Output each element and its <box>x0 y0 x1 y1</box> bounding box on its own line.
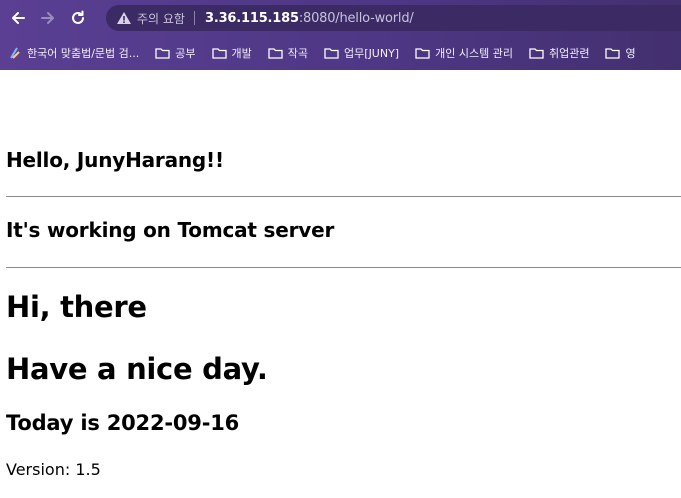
back-arrow-icon <box>12 12 25 24</box>
folder-icon <box>415 48 430 59</box>
bookmark-folder-study[interactable]: 공부 <box>155 45 196 61</box>
url-host[interactable]: 3.36.115.185 <box>205 11 299 26</box>
browser-toolbar: 주의 요함 3.36.115.185:8080/hello-world/ <box>0 0 681 36</box>
folder-icon <box>605 48 621 59</box>
reload-icon <box>72 10 84 24</box>
security-status-label[interactable]: 주의 요함 <box>137 10 185 27</box>
divider <box>6 196 681 197</box>
nice-day-heading: Have a nice day. <box>6 352 268 386</box>
bookmark-folder-jobs[interactable]: 취업관련 <box>529 45 589 61</box>
bookmark-label: 개인 시스템 관리 <box>435 47 513 60</box>
bookmarks-bar: 한국어 맞춤법/문법 검... 공부 개발 작곡 업무[JUNY] 개인 시스템… <box>0 36 681 70</box>
forward-button[interactable] <box>36 6 60 30</box>
browser-chrome: 주의 요함 3.36.115.185:8080/hello-world/ 한국어… <box>0 0 681 70</box>
bookmark-label: 업무[JUNY] <box>344 47 400 60</box>
bookmark-folder-compose[interactable]: 작곡 <box>268 45 308 61</box>
bookmark-label: 취업관련 <box>548 47 590 60</box>
bookmark-label: 작곡 <box>287 47 309 60</box>
bookmark-spellcheck[interactable]: 한국어 맞춤법/문법 검... <box>8 45 139 61</box>
spellcheck-icon <box>10 47 20 59</box>
divider <box>6 267 681 268</box>
folder-icon <box>529 48 544 59</box>
forward-arrow-icon <box>41 12 54 24</box>
back-button[interactable] <box>6 6 30 30</box>
bookmark-label: 한국어 맞춤법/문법 검... <box>27 47 140 60</box>
address-bar[interactable]: 주의 요함 3.36.115.185:8080/hello-world/ <box>106 5 681 31</box>
bookmark-label: 공부 <box>175 47 196 60</box>
greeting-heading: Hello, JunyHarang!! <box>6 148 224 172</box>
omnibox-divider <box>193 11 195 25</box>
folder-icon <box>155 48 170 59</box>
reload-button[interactable] <box>66 6 90 30</box>
bookmark-folder-system[interactable]: 개인 시스템 관리 <box>415 45 513 61</box>
bookmark-folder-work[interactable]: 업무[JUNY] <box>324 45 399 61</box>
hi-heading: Hi, there <box>6 290 147 324</box>
folder-icon <box>211 48 227 59</box>
warning-icon[interactable] <box>116 11 132 25</box>
url-path[interactable]: :8080/hello-world/ <box>299 11 414 26</box>
bookmark-folder-dev[interactable]: 개발 <box>211 45 252 61</box>
server-status-heading: It's working on Tomcat server <box>6 218 335 242</box>
folder-icon <box>268 48 283 59</box>
folder-icon <box>324 48 339 59</box>
version-text: Version: 1.5 <box>6 460 101 479</box>
bookmark-label: 영 <box>625 47 636 60</box>
date-heading: Today is 2022-09-16 <box>6 411 240 435</box>
bookmark-label: 개발 <box>231 47 252 60</box>
bookmark-folder-overflow[interactable]: 영 <box>605 45 636 61</box>
